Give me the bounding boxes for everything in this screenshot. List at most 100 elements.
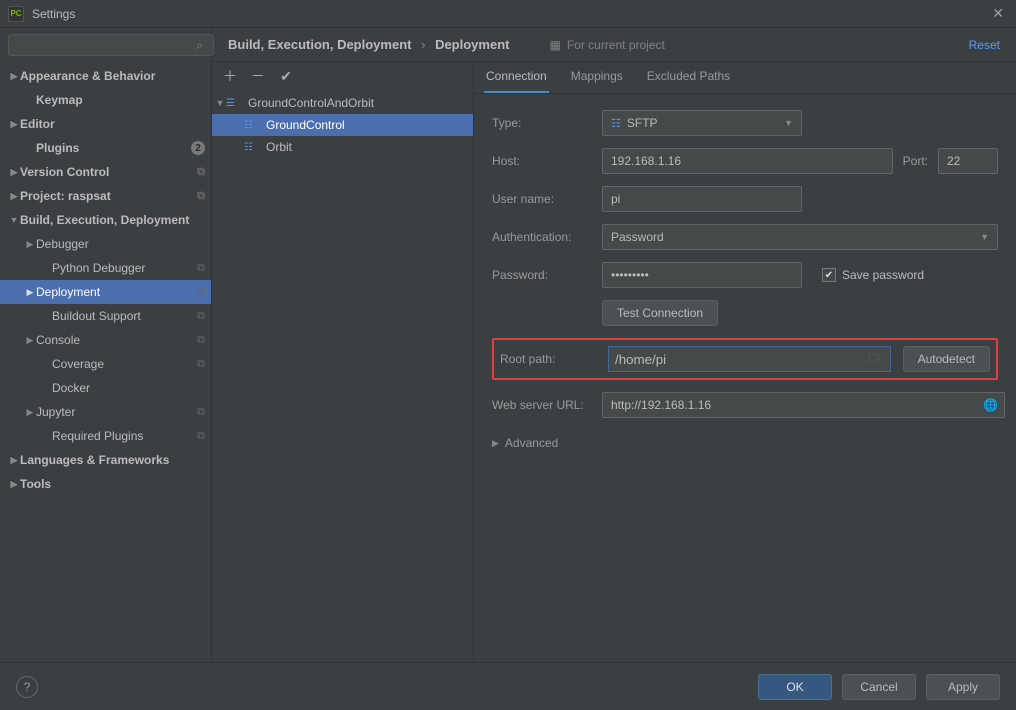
sidebar-item-label: Jupyter [36, 405, 193, 419]
sidebar-item-keymap[interactable]: Keymap [0, 88, 211, 112]
chevron-icon: ▶ [8, 119, 20, 130]
tree-item-label: GroundControl [266, 118, 345, 132]
tree-toolbar: ＋ － ✔ [212, 62, 473, 90]
password-input[interactable] [611, 268, 793, 282]
host-input[interactable] [611, 154, 884, 168]
sidebar-item-version-control[interactable]: ▶Version Control⧉ [0, 160, 211, 184]
tree-root[interactable]: ▼ ☰ GroundControlAndOrbit [212, 92, 473, 114]
sidebar-item-label: Build, Execution, Deployment [20, 213, 205, 227]
sidebar-item-build-execution-deployment[interactable]: ▼Build, Execution, Deployment [0, 208, 211, 232]
remove-icon[interactable]: － [250, 66, 266, 86]
window-title: Settings [32, 7, 988, 21]
sidebar-item-debugger[interactable]: ▶Debugger [0, 232, 211, 256]
chevron-down-icon: ▼ [980, 232, 989, 242]
tab-row: Connection Mappings Excluded Paths [474, 62, 1016, 94]
advanced-label: Advanced [505, 436, 558, 450]
sidebar-item-label: Project: raspsat [20, 189, 193, 203]
globe-icon[interactable]: 🌐 [983, 398, 998, 412]
sidebar-item-tools[interactable]: ▶Tools [0, 472, 211, 496]
tab-excluded-paths[interactable]: Excluded Paths [645, 63, 732, 93]
root-path-input[interactable] [615, 352, 864, 367]
type-value: SFTP [627, 116, 658, 130]
search-input[interactable] [8, 34, 214, 56]
web-url-input[interactable] [611, 398, 996, 412]
sidebar-item-editor[interactable]: ▶Editor [0, 112, 211, 136]
folder-icon[interactable]: 🗀 [864, 349, 884, 370]
copy-icon: ⧉ [197, 262, 205, 275]
chevron-icon: ▶ [8, 191, 20, 202]
sidebar-item-languages-frameworks[interactable]: ▶Languages & Frameworks [0, 448, 211, 472]
sidebar-item-required-plugins[interactable]: Required Plugins⧉ [0, 424, 211, 448]
sidebar-item-buildout-support[interactable]: Buildout Support⧉ [0, 304, 211, 328]
tree-item-groundcontrol[interactable]: ☷GroundControl [212, 114, 473, 136]
sidebar-item-label: Appearance & Behavior [20, 69, 205, 83]
title-bar: PC Settings ✕ [0, 0, 1016, 28]
copy-icon: ⧉ [197, 166, 205, 179]
root-path-field[interactable]: 🗀 [608, 346, 891, 372]
sidebar-item-coverage[interactable]: Coverage⧉ [0, 352, 211, 376]
auth-value: Password [611, 230, 664, 244]
chevron-icon: ▶ [24, 287, 36, 298]
chevron-down-icon: ▼ [784, 118, 793, 128]
port-label: Port: [903, 154, 928, 168]
chevron-icon: ▶ [8, 479, 20, 490]
add-icon[interactable]: ＋ [222, 66, 238, 86]
tree-root-label: GroundControlAndOrbit [248, 96, 374, 110]
chevron-icon: ▶ [24, 335, 36, 346]
sidebar-item-console[interactable]: ▶Console⧉ [0, 328, 211, 352]
breadcrumb-seg-1[interactable]: Deployment [435, 37, 509, 52]
password-label: Password: [492, 268, 588, 282]
sidebar-item-deployment[interactable]: ▶Deployment ⧉ [0, 280, 211, 304]
ok-button[interactable]: OK [758, 674, 832, 700]
search-icon: ⌕ [196, 38, 203, 53]
chevron-icon: ▶ [8, 167, 20, 178]
settings-content: Build, Execution, Deployment › Deploymen… [212, 28, 1016, 662]
tree-item-orbit[interactable]: ☷Orbit [212, 136, 473, 158]
sftp-icon: ☷ [611, 117, 621, 130]
autodetect-button[interactable]: Autodetect [903, 346, 990, 372]
settings-nav[interactable]: ▶Appearance & BehaviorKeymap▶EditorPlugi… [0, 62, 211, 662]
web-url-field[interactable] [602, 392, 1005, 418]
sidebar-item-plugins[interactable]: Plugins2 [0, 136, 211, 160]
copy-icon: ⧉ [197, 286, 205, 299]
save-password-label: Save password [842, 268, 924, 282]
auth-dropdown[interactable]: Password ▼ [602, 224, 998, 250]
save-password-checkbox[interactable]: ✔ Save password [822, 268, 924, 282]
check-icon[interactable]: ✔ [278, 68, 294, 85]
cancel-button[interactable]: Cancel [842, 674, 916, 700]
sidebar-item-python-debugger[interactable]: Python Debugger⧉ [0, 256, 211, 280]
settings-sidebar: ⌕ ▶Appearance & BehaviorKeymap▶EditorPlu… [0, 28, 212, 662]
search-box: ⌕ [8, 34, 203, 56]
sidebar-item-label: Buildout Support [52, 309, 193, 323]
username-input[interactable] [611, 192, 793, 206]
tab-connection[interactable]: Connection [484, 63, 549, 93]
test-connection-button[interactable]: Test Connection [602, 300, 718, 326]
copy-icon: ⧉ [197, 406, 205, 419]
tree-item-label: Orbit [266, 140, 292, 154]
close-icon[interactable]: ✕ [988, 5, 1008, 22]
sidebar-item-docker[interactable]: Docker [0, 376, 211, 400]
sidebar-item-label: Plugins [36, 141, 187, 155]
sidebar-item-appearance-behavior[interactable]: ▶Appearance & Behavior [0, 64, 211, 88]
sidebar-item-project-raspsat[interactable]: ▶Project: raspsat⧉ [0, 184, 211, 208]
root-path-highlight: Root path: 🗀 Autodetect [492, 338, 998, 380]
web-url-label: Web server URL: [492, 398, 588, 412]
reset-link[interactable]: Reset [969, 38, 1000, 52]
advanced-toggle[interactable]: ▶ Advanced [492, 436, 998, 450]
deployment-tree[interactable]: ▼ ☰ GroundControlAndOrbit ☷GroundControl… [212, 90, 473, 662]
chevron-icon: ▶ [8, 71, 20, 82]
sidebar-item-jupyter[interactable]: ▶Jupyter⧉ [0, 400, 211, 424]
port-input[interactable] [947, 154, 1016, 168]
chevron-right-icon: ▶ [492, 438, 499, 449]
tab-mappings[interactable]: Mappings [569, 63, 625, 93]
type-dropdown[interactable]: ☷ SFTP ▼ [602, 110, 802, 136]
breadcrumb-seg-0[interactable]: Build, Execution, Deployment [228, 37, 411, 52]
root-path-label: Root path: [500, 352, 596, 366]
project-icon: ▦ [549, 38, 560, 52]
server-group-icon: ☰ [226, 98, 242, 109]
deployment-form-panel: ConnectionMappingsExcluded Paths Type: ☷… [474, 62, 1016, 662]
tree-expand-icon[interactable]: ▼ [214, 98, 226, 108]
sidebar-item-label: Deployment [36, 285, 193, 299]
help-icon[interactable]: ? [16, 676, 38, 698]
apply-button[interactable]: Apply [926, 674, 1000, 700]
